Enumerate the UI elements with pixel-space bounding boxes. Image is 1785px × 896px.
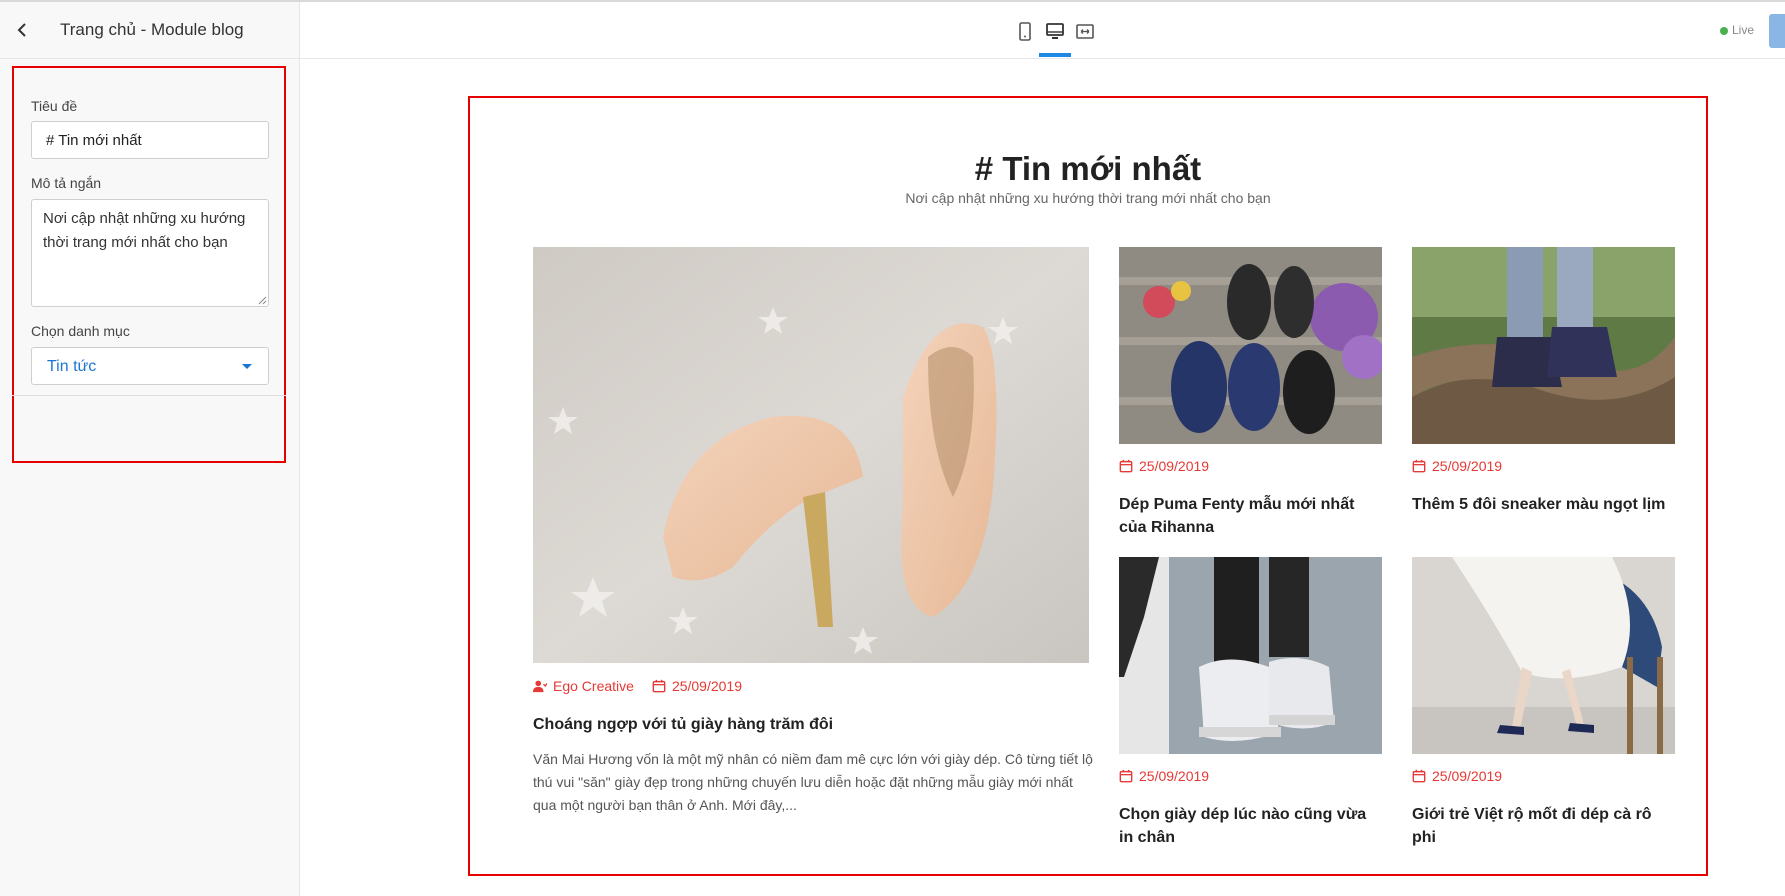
featured-post-date: 25/09/2019 bbox=[671, 678, 743, 694]
blog-subheading: Nơi cập nhật những xu hướng thời trang m… bbox=[905, 190, 1271, 206]
post-meta: 25/09/2019 bbox=[1119, 768, 1209, 784]
back-button[interactable] bbox=[12, 20, 32, 40]
description-textarea[interactable]: Nơi cập nhật những xu hướng thời trang m… bbox=[31, 199, 269, 307]
calendar-icon bbox=[652, 679, 666, 693]
category-label: Chọn danh mục bbox=[31, 323, 130, 339]
featured-post-image[interactable] bbox=[533, 247, 1089, 663]
blog-module[interactable]: # Tin mới nhất Nơi cập nhật những xu hướ… bbox=[468, 96, 1708, 876]
caret-down-icon bbox=[242, 364, 252, 369]
post-image[interactable] bbox=[1119, 247, 1382, 444]
expand-width-icon bbox=[1076, 24, 1094, 39]
settings-sidebar: Trang chủ - Module blog Tiêu đề Mô tả ng… bbox=[0, 2, 300, 896]
featured-post-author[interactable]: Ego Creative bbox=[553, 678, 634, 694]
calendar-icon bbox=[1119, 459, 1133, 473]
featured-post-title[interactable]: Choáng ngợp với tủ giày hàng trăm đôi bbox=[533, 713, 1089, 736]
post-date: 25/09/2019 bbox=[1432, 458, 1503, 474]
title-input[interactable] bbox=[31, 121, 269, 159]
calendar-icon bbox=[1412, 769, 1426, 783]
post-image[interactable] bbox=[1412, 557, 1675, 754]
preview-toolbar bbox=[300, 2, 1785, 59]
desktop-icon bbox=[1046, 23, 1064, 39]
featured-post-meta: Ego Creative 25/09/2019 bbox=[533, 678, 742, 694]
mobile-icon bbox=[1019, 22, 1031, 41]
post-date: 25/09/2019 bbox=[1432, 768, 1503, 784]
description-label: Mô tả ngắn bbox=[31, 175, 102, 191]
live-status-label: Live bbox=[1732, 23, 1755, 37]
post-meta: 25/09/2019 bbox=[1119, 458, 1209, 474]
category-selected-value: Tin tức bbox=[47, 358, 97, 375]
post-title[interactable]: Dép Puma Fenty mẫu mới nhất của Rihanna bbox=[1119, 493, 1382, 539]
post-date: 25/09/2019 bbox=[1139, 768, 1210, 784]
post-title[interactable]: Giới trẻ Việt rộ mốt đi dép cà rô phi bbox=[1412, 803, 1675, 849]
post-meta: 25/09/2019 bbox=[1412, 458, 1502, 474]
post-meta: 25/09/2019 bbox=[1412, 768, 1502, 784]
form-divider bbox=[12, 395, 286, 396]
post-title[interactable]: Thêm 5 đôi sneaker màu ngọt lịm bbox=[1412, 493, 1682, 516]
chevron-left-icon bbox=[17, 23, 26, 37]
user-icon bbox=[533, 680, 547, 693]
fullwidth-view-button[interactable] bbox=[1074, 21, 1096, 43]
post-image[interactable] bbox=[1412, 247, 1675, 444]
desktop-view-button[interactable] bbox=[1044, 21, 1066, 43]
active-device-indicator bbox=[1039, 53, 1071, 57]
publish-button[interactable] bbox=[1769, 14, 1785, 48]
blog-heading: # Tin mới nhất bbox=[974, 150, 1202, 187]
resize-grip-icon[interactable] bbox=[257, 295, 267, 305]
mobile-view-button[interactable] bbox=[1014, 21, 1036, 43]
sidebar-header: Trang chủ - Module blog bbox=[0, 2, 299, 59]
post-image[interactable] bbox=[1119, 557, 1382, 754]
sidebar-title: Trang chủ - Module blog bbox=[60, 20, 244, 39]
calendar-icon bbox=[1412, 459, 1426, 473]
title-label: Tiêu đề bbox=[31, 98, 78, 114]
post-title[interactable]: Chọn giày dép lúc nào cũng vừa in chân bbox=[1119, 803, 1382, 849]
category-select[interactable]: Tin tức bbox=[31, 347, 269, 385]
calendar-icon bbox=[1119, 769, 1133, 783]
module-settings-form: Tiêu đề Mô tả ngắn Nơi cập nhật những xu… bbox=[12, 66, 286, 396]
live-status-icon bbox=[1720, 27, 1728, 35]
post-date: 25/09/2019 bbox=[1139, 458, 1210, 474]
featured-post-excerpt: Văn Mai Hương vốn là một mỹ nhân có niềm… bbox=[533, 751, 1093, 813]
